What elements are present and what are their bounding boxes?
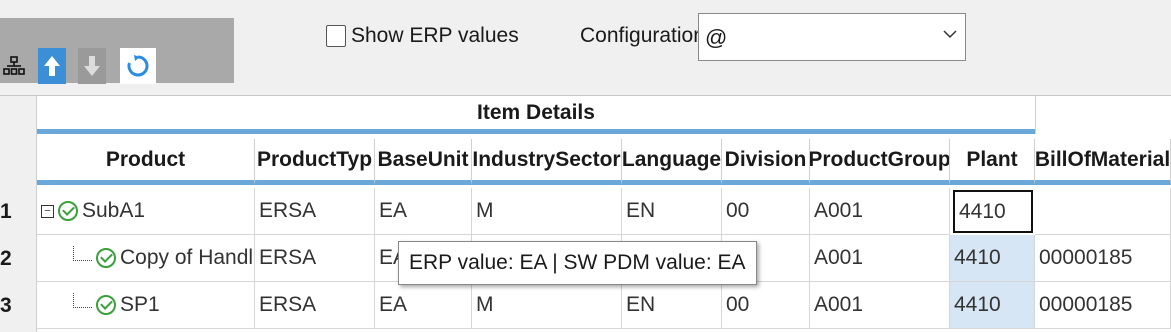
table-cell-division[interactable]: 00 <box>722 188 810 235</box>
product-name: SubA1 <box>82 199 146 222</box>
checkbox-box[interactable] <box>326 25 346 47</box>
column-header-industrysector[interactable]: IndustrySector <box>472 139 622 185</box>
table-cell-plant[interactable]: 4410 <box>950 235 1035 282</box>
table-cell-product[interactable]: SP1 <box>37 282 255 329</box>
table-cell-language[interactable]: EN <box>622 282 722 329</box>
arrow-down-icon <box>84 56 100 76</box>
row-number[interactable]: 1 <box>0 200 30 224</box>
check-circle-icon <box>96 248 116 268</box>
column-header-plant[interactable]: Plant <box>950 139 1035 185</box>
tree-branch-line <box>73 292 92 308</box>
column-header-product[interactable]: Product <box>37 139 255 185</box>
table-cell-division[interactable]: 00 <box>722 282 810 329</box>
table-cell-producttype[interactable]: ERSA <box>255 282 375 329</box>
table-cell-productgroup[interactable]: A001 <box>810 188 950 235</box>
column-header-billofmaterial[interactable]: BillOfMaterial <box>1035 139 1171 185</box>
table-cell-product[interactable]: − SubA1 <box>37 188 255 235</box>
table-cell-productgroup[interactable]: A001 <box>810 235 950 282</box>
toolbar <box>0 18 234 84</box>
table-cell-baseunit[interactable]: EA <box>375 188 472 235</box>
table-cell-industrysector[interactable]: M <box>472 188 622 235</box>
check-circle-icon <box>58 201 78 221</box>
column-header-language[interactable]: Language <box>622 139 722 185</box>
arrow-up-icon <box>44 56 60 76</box>
table-cell-productgroup[interactable]: A001 <box>810 282 950 329</box>
refresh-button[interactable] <box>120 48 156 84</box>
configuration-select[interactable]: @ <box>698 13 966 61</box>
check-circle-icon <box>96 295 116 315</box>
column-header-division[interactable]: Division <box>722 139 810 185</box>
collapse-icon[interactable]: − <box>41 204 54 218</box>
move-down-button[interactable] <box>78 48 106 84</box>
table-cell-billofmaterial[interactable] <box>1035 188 1171 235</box>
configuration-label: Configuration <box>580 24 705 47</box>
table-cell-language[interactable]: EN <box>622 188 722 235</box>
move-up-button[interactable] <box>38 48 66 84</box>
show-erp-values-label: Show ERP values <box>351 24 519 47</box>
group-header-blank <box>1035 96 1171 134</box>
tree-branch-line <box>73 245 92 261</box>
show-erp-values-checkbox[interactable]: Show ERP values <box>326 24 519 48</box>
table-cell-industrysector[interactable]: M <box>472 282 622 329</box>
column-header-productgroup[interactable]: ProductGroup <box>810 139 950 185</box>
table-cell-billofmaterial[interactable]: 00000185 <box>1035 282 1171 329</box>
row-number[interactable]: 3 <box>0 294 30 318</box>
group-header-item-details: Item Details <box>37 96 1035 134</box>
table-cell-billofmaterial[interactable]: 00000185 <box>1035 235 1171 282</box>
table-cell-plant[interactable]: 4410 <box>950 282 1035 329</box>
table-cell-plant-focused[interactable]: 4410 <box>953 190 1033 233</box>
table-cell-product[interactable]: Copy of Handl <box>37 235 255 282</box>
configuration-value: @ <box>705 25 728 50</box>
table-cell-producttype[interactable]: ERSA <box>255 235 375 282</box>
item-details-grid: 1 2 3 Item Details Product ProductTyp Ba… <box>0 95 1171 332</box>
column-header-producttype[interactable]: ProductTyp <box>255 139 375 185</box>
row-number-column: 1 2 3 <box>0 96 37 332</box>
product-name: Copy of Handl <box>120 246 254 269</box>
column-header-baseunit[interactable]: BaseUnit <box>375 139 472 185</box>
erp-value-tooltip: ERP value: EA | SW PDM value: EA <box>398 241 757 285</box>
tree-structure-icon[interactable] <box>0 48 28 84</box>
refresh-icon <box>127 55 149 77</box>
chevron-down-icon <box>943 30 957 39</box>
product-name: SP1 <box>120 293 160 316</box>
table-cell-producttype[interactable]: ERSA <box>255 188 375 235</box>
table-cell-baseunit[interactable]: EA <box>375 282 472 329</box>
row-number[interactable]: 2 <box>0 247 30 271</box>
